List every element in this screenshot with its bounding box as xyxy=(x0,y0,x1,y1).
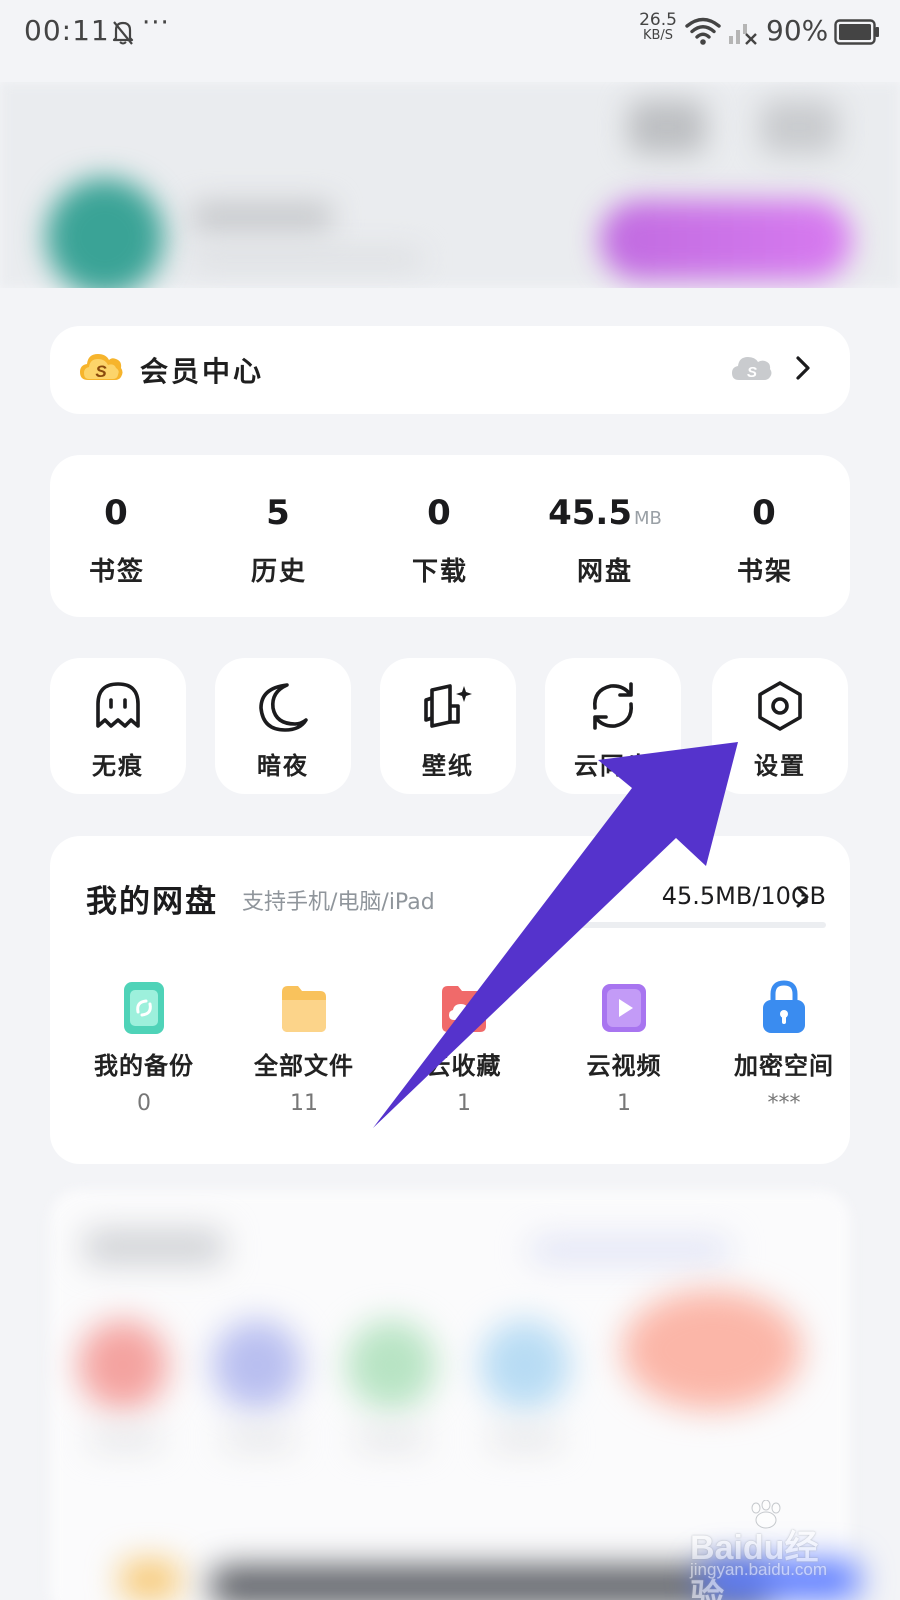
member-center-title: 会员中心 xyxy=(140,355,265,388)
tool-settings[interactable]: 设置 xyxy=(712,658,848,794)
tool-incognito[interactable]: 无痕 xyxy=(50,658,186,794)
stat-value: 0 xyxy=(104,493,128,533)
stat-value: 0 xyxy=(752,493,776,533)
baidu-watermark: Baidu经验 jingyan.baidu.com xyxy=(690,1500,850,1600)
stats-card: 0 书签 5 历史 0 下载 45.5 MB 网盘 0 书架 xyxy=(50,455,850,617)
profile-header-blurred xyxy=(0,82,900,288)
tool-label: 设置 xyxy=(754,752,806,780)
disk-item-label: 云收藏 xyxy=(426,1052,502,1080)
svg-text:S: S xyxy=(747,364,757,381)
video-icon xyxy=(602,984,646,1032)
stat-label: 书签 xyxy=(88,557,145,587)
user-subtitle-blurred xyxy=(192,250,422,268)
battery-icon xyxy=(834,19,879,45)
cloud-disk-card: 我的网盘 支持手机/电脑/iPad 45.5MB/10GB 我的备份 0 全部文… xyxy=(50,836,850,1164)
wifi-icon xyxy=(685,17,721,45)
disk-item-count: *** xyxy=(767,1091,801,1116)
stat-bookshelf[interactable]: 0 书架 xyxy=(700,493,830,588)
disk-item-label: 我的备份 xyxy=(94,1052,194,1080)
tool-night-mode[interactable]: 暗夜 xyxy=(215,658,351,794)
stat-downloads[interactable]: 0 下载 xyxy=(375,493,505,588)
avatar[interactable] xyxy=(46,178,164,288)
disk-item-cloud-favorites[interactable]: 云收藏 1 xyxy=(384,980,544,1116)
net-speed-value: 26.5 xyxy=(639,10,677,30)
chevron-right-icon[interactable] xyxy=(794,882,812,912)
cloud-disk-subtitle: 支持手机/电脑/iPad xyxy=(242,890,435,915)
stat-cloud-disk[interactable]: 45.5 MB 网盘 xyxy=(540,493,670,588)
more-icon: ··· xyxy=(142,8,170,38)
disk-item-encrypted-space[interactable]: 加密空间 *** xyxy=(704,980,864,1116)
stat-label: 书架 xyxy=(736,557,793,587)
net-speed: 26.5 KB/S xyxy=(636,12,680,44)
tool-label: 云同步 xyxy=(574,752,652,780)
settings-hex-icon xyxy=(758,681,802,731)
disk-item-count: 1 xyxy=(457,1091,471,1116)
tool-label: 暗夜 xyxy=(257,752,309,780)
disk-item-all-files[interactable]: 全部文件 11 xyxy=(224,980,384,1116)
tool-wallpaper[interactable]: 壁纸 xyxy=(380,658,516,794)
tool-label: 壁纸 xyxy=(422,752,474,780)
folder-icon xyxy=(282,986,326,1032)
sync-icon xyxy=(593,682,633,730)
disk-item-count: 1 xyxy=(617,1091,631,1116)
stat-label: 下载 xyxy=(411,557,468,587)
chevron-right-icon xyxy=(796,356,810,380)
header-icon-blurred[interactable] xyxy=(760,100,838,154)
disk-item-label: 加密空间 xyxy=(734,1052,834,1080)
username-blurred xyxy=(192,202,332,232)
disk-item-label: 全部文件 xyxy=(254,1052,354,1080)
disk-item-label: 云视频 xyxy=(586,1052,662,1080)
stat-bookmarks[interactable]: 0 书签 xyxy=(52,493,182,588)
status-bar: 00:11 ··· 26.5 KB/S 90% xyxy=(0,0,900,66)
cloud-disk-title[interactable]: 我的网盘 xyxy=(86,876,218,921)
ghost-icon xyxy=(96,682,140,728)
vip-button-blurred[interactable] xyxy=(600,200,852,280)
storage-progress-bar xyxy=(538,922,826,928)
member-center-card[interactable]: S 会员中心 S xyxy=(50,326,850,414)
member-cloud-logo-icon: S xyxy=(80,354,123,381)
phone-backup-icon xyxy=(124,982,164,1034)
header-icon-blurred[interactable] xyxy=(628,100,706,154)
disk-item-backup[interactable]: 我的备份 0 xyxy=(64,980,224,1116)
disk-item-count: 0 xyxy=(137,1091,151,1116)
member-badge-cloud-icon: S xyxy=(732,357,772,381)
stat-value: 5 xyxy=(266,493,290,533)
tool-cloud-sync[interactable]: 云同步 xyxy=(545,658,681,794)
cloud-folder-icon xyxy=(442,986,486,1032)
stat-value: 45.5 MB xyxy=(548,493,662,533)
stat-label: 网盘 xyxy=(576,557,633,587)
battery-percent: 90% xyxy=(766,14,829,47)
tool-label: 无痕 xyxy=(92,752,144,780)
status-time: 00:11 xyxy=(24,14,110,47)
bell-muted-icon xyxy=(112,21,134,45)
svg-text:S: S xyxy=(95,362,107,381)
wallpaper-icon xyxy=(424,684,472,728)
net-speed-unit: KB/S xyxy=(642,28,674,43)
watermark-url: jingyan.baidu.com xyxy=(690,1560,828,1579)
stat-value: 0 xyxy=(427,493,451,533)
signal-no-service-icon xyxy=(729,24,757,45)
stat-label: 历史 xyxy=(250,557,307,587)
disk-item-cloud-video[interactable]: 云视频 1 xyxy=(544,980,704,1116)
storage-progress-fill xyxy=(538,922,544,928)
lock-icon xyxy=(763,980,805,1033)
stat-history[interactable]: 5 历史 xyxy=(214,493,344,588)
disk-item-count: 11 xyxy=(290,1091,318,1116)
moon-icon xyxy=(259,683,308,732)
